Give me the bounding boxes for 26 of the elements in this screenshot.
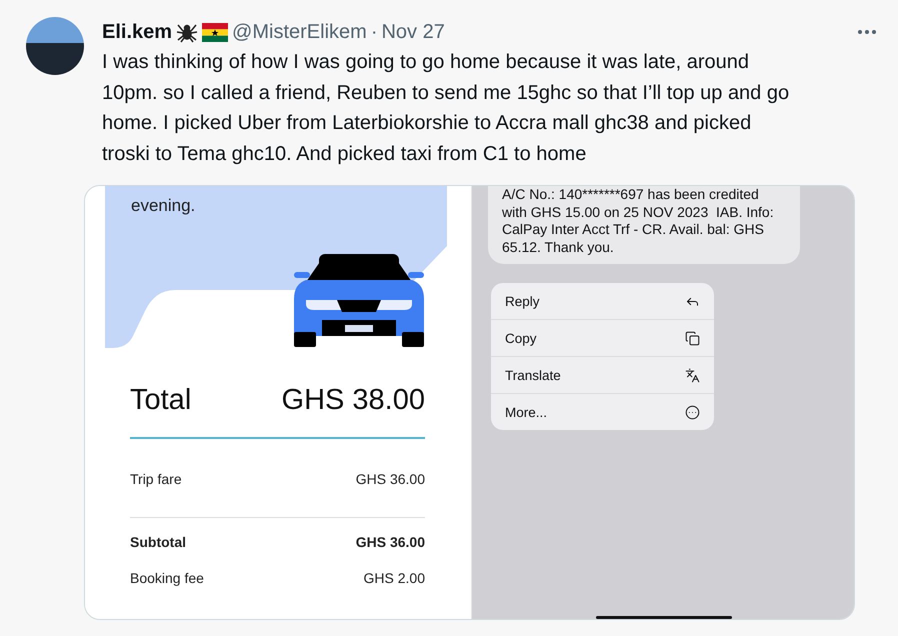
ellipsis-circle-icon [685,404,700,420]
menu-item[interactable]: Copy [491,319,714,356]
fare-label: Trip fare [130,471,182,487]
total-amount: GHS 38.00 [282,384,425,417]
tweet-text: I was thinking of how I was going to go home because it was late, around 10pm. so I called a friend, Reuben to send me 15ghc so that I’ll top up and go home. I picked Uber from Laterbiokorshie to Accra mall ghc38 and picked troski to Tema ghc10. And picked taxi from C1 to home [102,50,790,166]
fare-amount: GHS 36.00 [356,471,425,487]
menu-item[interactable]: Reply [491,283,714,319]
post-date[interactable]: Nov 27 [381,20,445,44]
fare-amount: GHS 2.00 [364,570,425,586]
menu-item[interactable]: More... [491,393,714,430]
message-bubble: A/C No.: 140*******697 has been credited with GHS 15.00 on 25 NOV 2023 IAB. Info: CalPay Inter Acct Trf - CR. Avail. bal: GHS 65.12. Thank you. [488,186,800,264]
flag-icon [202,22,228,42]
user-handle[interactable]: @MisterElikem [232,20,367,44]
greeting-text: evening. [131,196,196,215]
fare-amount: GHS 36.00 [356,534,425,550]
menu-item[interactable]: Translate [491,356,714,393]
ellipsis-icon [858,30,876,34]
translate-icon [685,368,700,382]
car-icon [294,254,424,348]
copy-icon [685,330,700,346]
fare-label: Subtotal [130,534,186,550]
separator-dot: · [370,20,378,44]
total-label: Total [130,384,192,417]
fare-label: Booking fee [130,570,204,586]
display-name[interactable]: Eli.kem [102,20,172,44]
more-options-button[interactable] [858,30,876,34]
